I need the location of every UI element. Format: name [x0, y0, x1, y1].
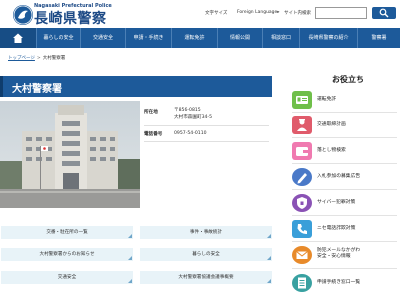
divider [144, 125, 269, 126]
link-council-minutes[interactable]: 大村警察署協議会議事概要 [140, 271, 272, 284]
breadcrumb-separator: > [36, 56, 41, 61]
divider [292, 241, 397, 242]
sidebar-item-traffic-enforcement[interactable]: 交通取締計画 [292, 116, 400, 136]
nav-item-applications[interactable]: 申請・手続き [125, 28, 171, 48]
site-logo-text[interactable]: 長崎県警察 [34, 8, 107, 28]
divider [144, 141, 269, 142]
pen-icon [292, 168, 312, 186]
sidebar-item-application-desk[interactable]: 申請手続き窓口一覧 [292, 274, 400, 294]
link-station-news[interactable]: 大村警察署からのお知らせ [1, 248, 133, 261]
sidebar-item-label-line1: 防犯メールなかがわ [317, 248, 361, 253]
sidebar-item-bidding[interactable]: 入札参加の募集広告 [292, 168, 400, 188]
nav-item-license[interactable]: 運転免許 [171, 28, 217, 48]
mail-icon [292, 246, 312, 264]
search-button[interactable] [372, 7, 396, 19]
breadcrumb-current: 大村警察署 [42, 56, 66, 61]
police-emblem-icon[interactable] [13, 5, 33, 25]
search-input[interactable] [315, 7, 367, 19]
nav-item-traffic[interactable]: 交通安全 [80, 28, 125, 48]
sidebar-item-label-line2: 安全・安心情報 [317, 254, 351, 259]
sidebar-item-crime-mail[interactable]: 防犯メールなかがわ 安全・安心情報 [292, 246, 400, 266]
divider [292, 189, 397, 190]
home-icon [13, 33, 23, 43]
nav-item-stations[interactable]: 警察署 [357, 28, 400, 48]
sidebar-item-label: 申請手続き窓口一覧 [317, 280, 361, 285]
sidebar-item-label: サイバー犯罪対策 [317, 200, 356, 205]
foreign-language-link[interactable]: Foreign Language▸ [237, 10, 280, 15]
sidebar-item-label: 防犯メールなかがわ 安全・安心情報 [317, 248, 360, 260]
wallet-icon [292, 142, 312, 160]
license-card-icon [292, 91, 312, 109]
postal-code: 〒856-0815 [174, 108, 201, 113]
sidebar-item-phone-fraud[interactable]: ニセ電話詐欺対策 [292, 220, 400, 240]
nav-item-about[interactable]: 長崎県警察の紹介 [299, 28, 357, 48]
site-header: Nagasaki Prefectural Police 長崎県警察 文字サイズ … [0, 0, 400, 28]
phone-label: 電話番号 [144, 132, 163, 137]
sidebar-item-license[interactable]: 運転免許 [292, 91, 400, 111]
divider [292, 268, 397, 269]
link-koban-list[interactable]: 交番・駐在所の一覧 [1, 226, 133, 239]
sidebar-item-lost-property[interactable]: 落とし物検索 [292, 142, 400, 162]
address: 大村市森園町34-5 [174, 115, 212, 120]
divider [292, 137, 397, 138]
shield-icon [292, 194, 312, 212]
station-photo [0, 101, 140, 208]
nav-item-disclosure[interactable]: 情報公開 [217, 28, 262, 48]
link-incident-stats[interactable]: 事件・事故統計 [140, 226, 272, 239]
sidebar-item-label: ニセ電話詐欺対策 [317, 226, 356, 231]
page-title-bar: 大村警察署 [0, 76, 272, 97]
nav-item-safety[interactable]: 暮らしの安全 [36, 28, 80, 48]
phone-number: 0957-54-0110 [174, 131, 207, 136]
divider [292, 163, 397, 164]
site-search-label: サイト内検索 [284, 11, 311, 16]
link-life-safety[interactable]: 暮らしの安全 [140, 248, 272, 261]
phone-icon [292, 220, 312, 238]
sidebar-item-label: 入札参加の募集広告 [317, 174, 361, 179]
location-label: 所在地 [144, 110, 158, 115]
breadcrumb-home-link[interactable]: トップページ [8, 56, 35, 61]
page-title: 大村警察署 [12, 84, 62, 95]
nav-home-button[interactable] [0, 28, 36, 48]
font-size-control[interactable]: 文字サイズ [205, 10, 227, 16]
sidebar-item-label: 運転免許 [317, 97, 337, 102]
nav-item-consultation[interactable]: 相談窓口 [262, 28, 299, 48]
sidebar-item-label: 落とし物検索 [317, 148, 346, 153]
document-icon [292, 274, 312, 292]
traffic-police-icon [292, 116, 312, 134]
link-traffic-safety[interactable]: 交通安全 [1, 271, 133, 284]
sidebar-title: お役立ち [332, 75, 364, 84]
divider [292, 112, 397, 113]
sidebar-item-cyber-crime[interactable]: サイバー犯罪対策 [292, 194, 400, 214]
divider [292, 215, 397, 216]
breadcrumb: トップページ > 大村警察署 [0, 55, 274, 61]
search-icon [379, 8, 389, 18]
global-nav: 暮らしの安全 交通安全 申請・手続き 運転免許 情報公開 相談窓口 長崎県警察の… [0, 28, 400, 48]
sidebar-item-label: 交通取締計画 [317, 122, 346, 127]
